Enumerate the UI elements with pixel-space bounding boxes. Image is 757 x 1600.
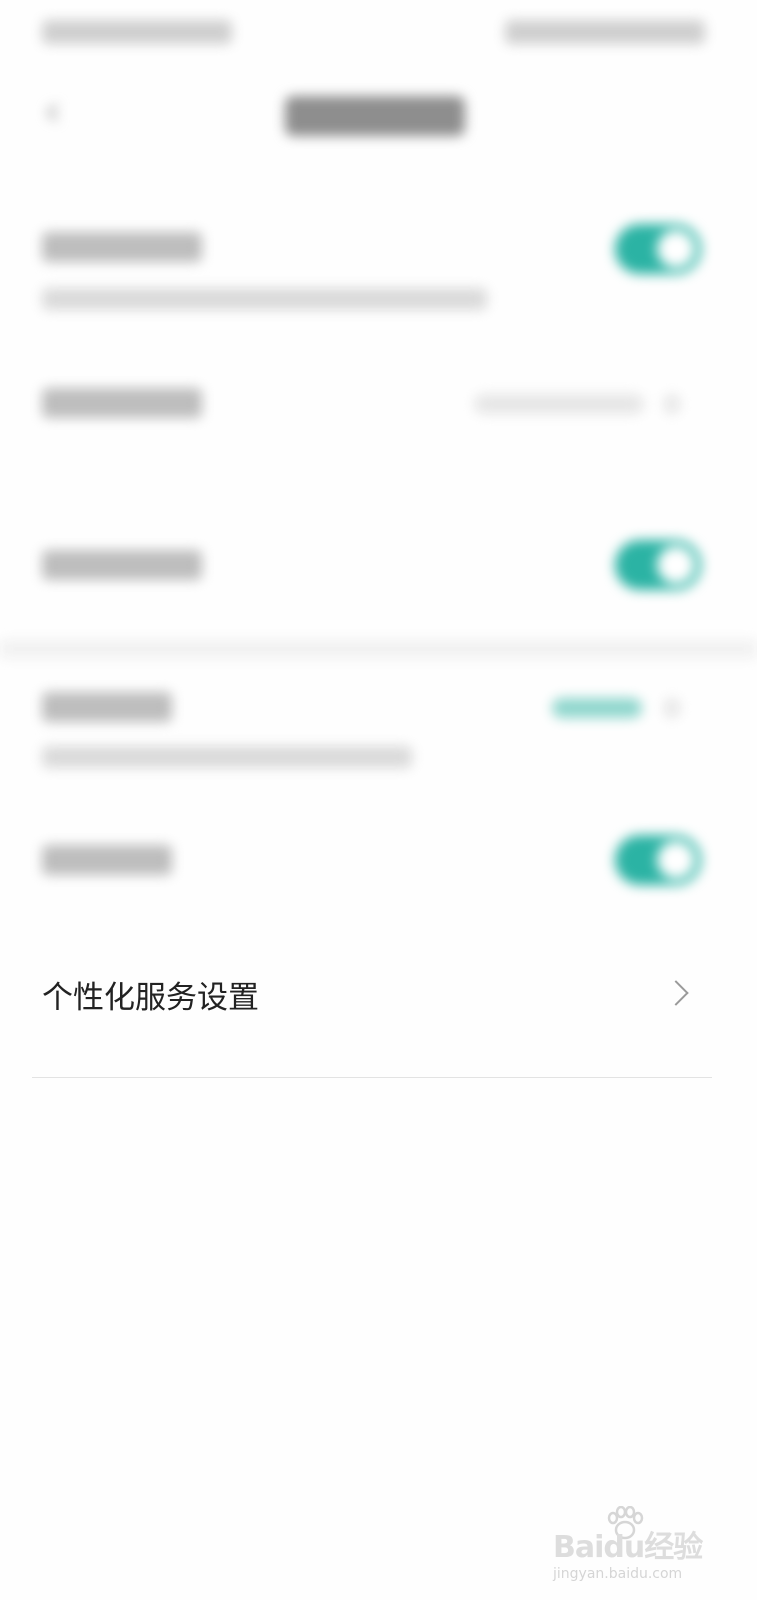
row-value	[552, 698, 642, 718]
baidu-jingyan-watermark: Baidu经验 jingyan.baidu.com	[553, 1506, 703, 1582]
settings-row-4[interactable]	[0, 670, 757, 790]
toggle-knob	[657, 230, 695, 268]
section-divider	[0, 640, 757, 658]
toggle-knob	[657, 841, 695, 879]
row-title	[42, 845, 172, 875]
watermark-brand: Baidu经验	[553, 1530, 703, 1565]
blurred-background: ‹	[0, 0, 757, 940]
page-title	[285, 96, 465, 136]
chevron-right-icon	[663, 980, 689, 1006]
settings-row-1[interactable]	[0, 210, 757, 330]
row-value	[474, 394, 644, 414]
toggle-switch[interactable]	[615, 540, 701, 590]
chevron-right-icon	[664, 698, 680, 718]
chevron-left-icon[interactable]: ‹	[44, 86, 61, 135]
personalized-service-label: 个性化服务设置	[42, 980, 259, 1016]
personalized-service-settings-row[interactable]: 个性化服务设置	[0, 950, 757, 1050]
settings-row-2[interactable]	[0, 360, 757, 450]
title-bar: ‹	[0, 74, 757, 158]
settings-row-3[interactable]	[0, 520, 757, 610]
settings-row-5[interactable]	[0, 815, 757, 905]
toggle-switch[interactable]	[615, 224, 701, 274]
watermark-site: jingyan.baidu.com	[553, 1566, 683, 1582]
toggle-switch[interactable]	[615, 835, 701, 885]
row-divider	[32, 1077, 712, 1078]
row-title	[42, 692, 172, 722]
row-subtitle	[42, 288, 487, 310]
chevron-right-icon	[664, 394, 680, 414]
row-title	[42, 550, 202, 580]
row-subtitle	[42, 746, 412, 768]
toggle-knob	[657, 546, 695, 584]
status-bar-left	[42, 20, 232, 44]
status-bar	[0, 0, 757, 64]
row-title	[42, 388, 202, 418]
settings-screen: ‹ 个性化服务设置 Baidu经验 jingyan.baidu.com	[0, 0, 757, 1600]
row-title	[42, 232, 202, 262]
status-bar-right	[505, 20, 705, 44]
